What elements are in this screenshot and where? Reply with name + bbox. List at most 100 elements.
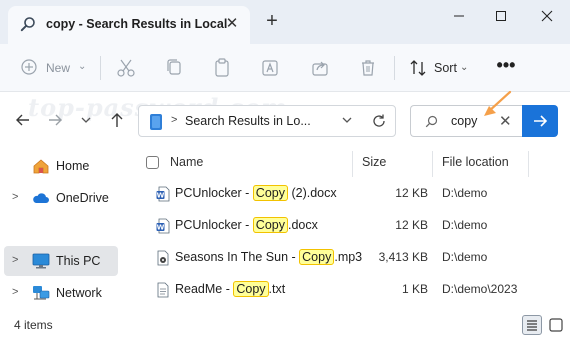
search-results-icon [149, 113, 163, 131]
breadcrumb-separator: > [171, 114, 178, 126]
search-icon [20, 16, 36, 32]
table-row[interactable]: W PCUnlocker - Copy (2).docx 12 KB D:\de… [130, 179, 570, 209]
minimize-button[interactable] [444, 6, 474, 26]
sort-button[interactable]: Sort ⌄ [408, 56, 472, 80]
file-size: 12 KB [395, 186, 428, 200]
table-row[interactable]: Seasons In The Sun - Copy .mp3 3,413 KB D… [130, 243, 570, 273]
column-header-location[interactable]: File location [442, 151, 542, 175]
refresh-icon[interactable] [371, 113, 387, 129]
address-bar[interactable]: > Search Results in Lo... [138, 105, 396, 137]
trash-icon [362, 60, 374, 76]
paste-button[interactable] [212, 56, 232, 80]
cut-button[interactable] [116, 56, 136, 80]
column-divider[interactable] [432, 151, 433, 177]
new-button[interactable]: New ⌄ [20, 56, 88, 80]
column-header-size[interactable]: Size [362, 151, 432, 175]
tiles-view-icon [549, 318, 563, 332]
chevron-down-icon [81, 117, 91, 123]
file-name-prefix: Seasons In The Sun - [175, 250, 300, 264]
scissors-icon [117, 59, 135, 77]
chevron-down-icon[interactable] [341, 115, 353, 128]
search-match-highlight: Copy [233, 281, 269, 297]
file-name: Seasons In The Sun - Copy .mp3 [175, 249, 363, 265]
sidebar-item-home[interactable]: Home [4, 151, 118, 181]
column-header-label: File location [442, 155, 509, 169]
copy-icon [167, 59, 181, 75]
column-divider[interactable] [528, 151, 529, 177]
chevron-right-icon[interactable]: > [12, 286, 18, 298]
search-go-button[interactable] [522, 105, 558, 137]
file-location: D:\demo [442, 218, 488, 232]
column-header-name[interactable]: Name [170, 151, 350, 175]
text-file-icon [156, 282, 170, 298]
search-match-highlight: Copy [252, 185, 288, 201]
toolbar-divider [394, 56, 395, 80]
file-location: D:\demo [442, 186, 488, 200]
chevron-down-icon: ⌄ [460, 62, 469, 73]
tab-search-results[interactable]: copy - Search Results in Local ✕ [8, 6, 250, 44]
arrow-left-icon [16, 114, 29, 126]
file-name-prefix: PCUnlocker - [175, 218, 253, 232]
file-name-suffix: .docx [287, 218, 318, 232]
sidebar-item-onedrive[interactable]: > OneDrive [4, 183, 118, 213]
svg-text:W: W [157, 224, 165, 232]
new-tab-button[interactable]: + [262, 11, 282, 32]
svg-text:W: W [157, 192, 165, 200]
file-name: PCUnlocker - Copy .docx [175, 217, 318, 233]
select-all-checkbox[interactable] [146, 156, 159, 169]
more-options-button[interactable]: ••• [494, 56, 518, 80]
file-location: D:\demo [442, 250, 488, 264]
copy-button[interactable] [164, 56, 184, 80]
chevron-right-icon[interactable]: > [12, 191, 18, 203]
file-name-prefix: PCUnlocker - [175, 186, 253, 200]
search-match-highlight: Copy [252, 217, 288, 233]
breadcrumb[interactable]: Search Results in Lo... [185, 114, 311, 128]
recent-locations-button[interactable] [80, 115, 98, 133]
search-icon [425, 115, 438, 128]
file-location: D:\demo\2023 [442, 282, 518, 296]
column-header-label: Size [362, 155, 387, 169]
item-count: 4 items [14, 318, 53, 332]
file-list: Name Size File location W PCUnlocker - C… [130, 145, 570, 313]
table-row[interactable]: W PCUnlocker - Copy .docx 12 KB D:\demo [130, 211, 570, 241]
file-name-suffix: .mp3 [334, 250, 363, 264]
details-view-button[interactable] [522, 315, 542, 335]
monitor-icon [32, 253, 50, 269]
back-button[interactable] [14, 111, 32, 129]
search-input[interactable]: copy [451, 114, 477, 128]
share-button[interactable] [310, 56, 330, 80]
sort-icon [410, 60, 426, 76]
file-name-prefix: ReadMe - [175, 282, 234, 296]
maximize-button[interactable] [486, 6, 516, 26]
table-row[interactable]: ReadMe - Copy .txt 1 KB D:\demo\2023 [130, 275, 570, 305]
rename-button[interactable] [260, 56, 280, 80]
annotation-arrow [478, 88, 514, 124]
column-divider[interactable] [352, 151, 353, 177]
new-button-label: New [46, 61, 71, 75]
file-size: 3,413 KB [378, 250, 428, 264]
sidebar-item-label: Home [56, 159, 90, 173]
sidebar-item-this-pc[interactable]: > This PC [4, 246, 118, 276]
forward-button[interactable] [46, 111, 64, 129]
up-button[interactable] [108, 111, 126, 129]
title-bar: copy - Search Results in Local ✕ + [0, 0, 570, 44]
file-name: PCUnlocker - Copy (2).docx [175, 185, 337, 201]
command-bar: New ⌄ Sort ⌄ ••• [0, 44, 570, 92]
file-name: ReadMe - Copy .txt [175, 281, 286, 297]
word-doc-icon: W [156, 186, 170, 202]
file-name-suffix: (2).docx [287, 186, 337, 200]
close-tab-icon[interactable]: ✕ [224, 16, 240, 32]
delete-button[interactable] [358, 56, 378, 80]
search-match-highlight: Copy [299, 249, 335, 265]
close-window-button[interactable] [532, 6, 562, 26]
tiles-view-button[interactable] [546, 315, 566, 335]
file-size: 12 KB [395, 218, 428, 232]
file-name-suffix: .txt [268, 282, 286, 296]
file-size: 1 KB [401, 282, 428, 296]
toolbar-divider [100, 56, 101, 80]
cloud-icon [32, 190, 50, 206]
sidebar-item-network[interactable]: > Network [4, 278, 118, 308]
chevron-right-icon[interactable]: > [12, 254, 18, 266]
tab-title: copy - Search Results in Local [46, 17, 228, 31]
word-doc-icon: W [156, 218, 170, 234]
